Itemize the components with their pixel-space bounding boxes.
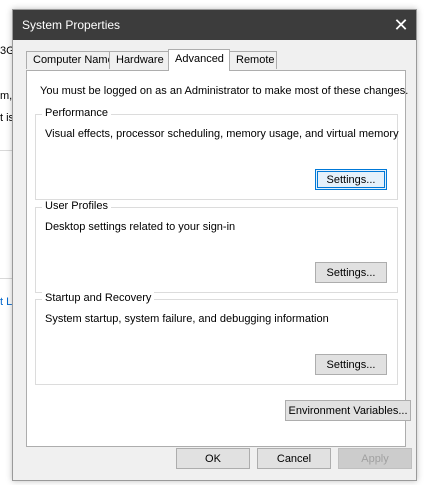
close-icon: ✕ bbox=[393, 14, 409, 35]
tab-remote[interactable]: Remote bbox=[229, 51, 277, 69]
startup-recovery-settings-button[interactable]: Settings... bbox=[315, 354, 387, 375]
background-text-fragment: m, bbox=[0, 90, 13, 102]
user-profiles-title: User Profiles bbox=[42, 200, 111, 212]
performance-description: Visual effects, processor scheduling, me… bbox=[45, 128, 399, 140]
performance-group: Performance Visual effects, processor sc… bbox=[35, 107, 399, 200]
performance-settings-button[interactable]: Settings... bbox=[315, 169, 387, 190]
cancel-button[interactable]: Cancel bbox=[257, 448, 331, 469]
tab-computer-name[interactable]: Computer Name bbox=[26, 51, 114, 69]
user-profiles-settings-button[interactable]: Settings... bbox=[315, 262, 387, 283]
environment-variables-button[interactable]: Environment Variables... bbox=[285, 400, 411, 421]
apply-button[interactable]: Apply bbox=[338, 448, 412, 469]
user-profiles-group: User Profiles Desktop settings related t… bbox=[35, 200, 398, 293]
startup-recovery-group: Startup and Recovery System startup, sys… bbox=[35, 292, 398, 385]
performance-title: Performance bbox=[42, 107, 111, 119]
system-properties-dialog: System Properties ✕ Computer Name Hardwa… bbox=[12, 9, 417, 481]
window-title: System Properties bbox=[22, 18, 121, 32]
tab-advanced[interactable]: Advanced bbox=[168, 49, 230, 71]
tab-hardware[interactable]: Hardware bbox=[109, 51, 170, 69]
user-profiles-description: Desktop settings related to your sign-in bbox=[45, 221, 236, 233]
ok-button[interactable]: OK bbox=[176, 448, 250, 469]
startup-recovery-title: Startup and Recovery bbox=[42, 292, 155, 304]
admin-notice: You must be logged on as an Administrato… bbox=[40, 85, 409, 97]
close-button[interactable]: ✕ bbox=[386, 10, 416, 40]
advanced-tab-panel: You must be logged on as an Administrato… bbox=[26, 70, 411, 447]
startup-recovery-description: System startup, system failure, and debu… bbox=[45, 313, 329, 325]
title-bar[interactable]: System Properties ✕ bbox=[13, 10, 416, 40]
